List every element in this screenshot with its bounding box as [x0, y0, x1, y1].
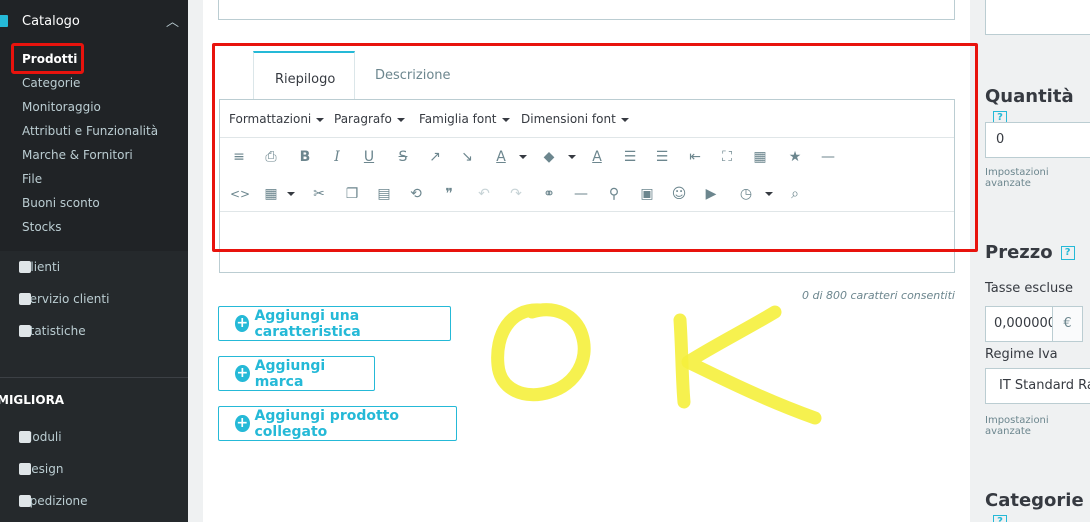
plus-circle-icon: + — [235, 315, 250, 332]
vat-select[interactable]: IT Standard Rate — [985, 368, 1090, 404]
price-value: 0,000000 — [994, 316, 1053, 331]
plus-circle-icon: + — [235, 415, 250, 432]
add-related-product-button[interactable]: + Aggiungi prodotto collegato — [218, 406, 457, 441]
truck-icon — [19, 495, 31, 507]
add-feature-button[interactable]: + Aggiungi una caratteristica — [218, 306, 451, 341]
chat-icon — [19, 293, 31, 305]
quantity-input[interactable]: 0 — [985, 122, 1090, 158]
quantity-advanced-settings-link[interactable]: Impostazioni avanzate — [985, 167, 1090, 189]
menu-customers[interactable]: Clienti — [19, 260, 60, 274]
quantity-title-text: Quantità — [985, 86, 1074, 107]
submenu-monitoring[interactable]: Monitoraggio — [22, 100, 101, 114]
submenu-categories[interactable]: Categorie — [22, 76, 80, 90]
menu-shipping-label: Spedizione — [22, 494, 88, 508]
add-brand-button[interactable]: + Aggiungi marca — [218, 356, 375, 391]
highlight-box-editor — [212, 43, 978, 252]
tax-excluded-label: Tasse escluse — [985, 281, 1073, 296]
highlight-box-products — [11, 43, 84, 74]
menu-modules[interactable]: Moduli — [19, 430, 62, 444]
menu-catalog[interactable]: Catalogo ︿ — [0, 8, 188, 36]
submenu-stocks[interactable]: Stocks — [22, 220, 61, 234]
bar-chart-icon — [19, 325, 31, 337]
sidebar-divider — [0, 377, 188, 378]
section-title-improve: MIGLIORA — [0, 393, 65, 407]
catalog-menu: Catalogo ︿ Prodotti Categorie Monitoragg… — [0, 0, 188, 251]
categories-title-text: Categorie — [985, 490, 1084, 511]
menu-stats[interactable]: Statistiche — [19, 324, 86, 338]
menu-customer-service-label: Servizio clienti — [22, 292, 110, 306]
quantity-value: 0 — [996, 132, 1005, 147]
price-title: Prezzo? — [985, 242, 1075, 263]
price-advanced-settings-link[interactable]: Impostazioni avanzate — [985, 415, 1090, 437]
ok-annotation: OK — [491, 303, 822, 425]
submenu-vouchers[interactable]: Buoni sconto — [22, 196, 100, 210]
chevron-up-icon[interactable]: ︿ — [166, 11, 179, 30]
vat-label: Regime Iva — [985, 347, 1058, 362]
menu-design[interactable]: Design — [19, 462, 63, 476]
monitor-icon — [19, 463, 31, 475]
menu-catalog-label: Catalogo — [22, 14, 80, 29]
plus-circle-icon: + — [235, 365, 250, 382]
help-icon[interactable]: ? — [1060, 246, 1075, 260]
submenu-attributes[interactable]: Attributi e Funzionalità — [22, 124, 158, 138]
help-icon[interactable]: ? — [993, 515, 1007, 522]
user-icon — [19, 261, 31, 273]
product-name-input[interactable] — [218, 0, 955, 20]
menu-customer-service[interactable]: Servizio clienti — [19, 292, 110, 306]
price-input[interactable]: 0,000000 — [985, 306, 1053, 342]
sidebar: Catalogo ︿ Prodotti Categorie Monitoragg… — [0, 0, 188, 522]
currency-addon: € — [1053, 306, 1083, 342]
submenu-files[interactable]: File — [22, 172, 42, 186]
categories-title: Categorie? — [985, 490, 1090, 522]
add-feature-label: Aggiungi una caratteristica — [254, 307, 361, 340]
reference-input[interactable] — [985, 0, 1090, 35]
store-icon — [0, 15, 8, 27]
add-related-label: Aggiungi prodotto collegato — [254, 407, 400, 440]
vat-value: IT Standard Rate — [999, 378, 1090, 393]
add-brand-label: Aggiungi marca — [254, 357, 326, 390]
price-title-text: Prezzo — [985, 242, 1053, 263]
submenu-brands[interactable]: Marche & Fornitori — [22, 148, 133, 162]
menu-stats-label: Statistiche — [22, 324, 86, 338]
puzzle-icon — [19, 431, 31, 443]
menu-shipping[interactable]: Spedizione — [19, 494, 88, 508]
